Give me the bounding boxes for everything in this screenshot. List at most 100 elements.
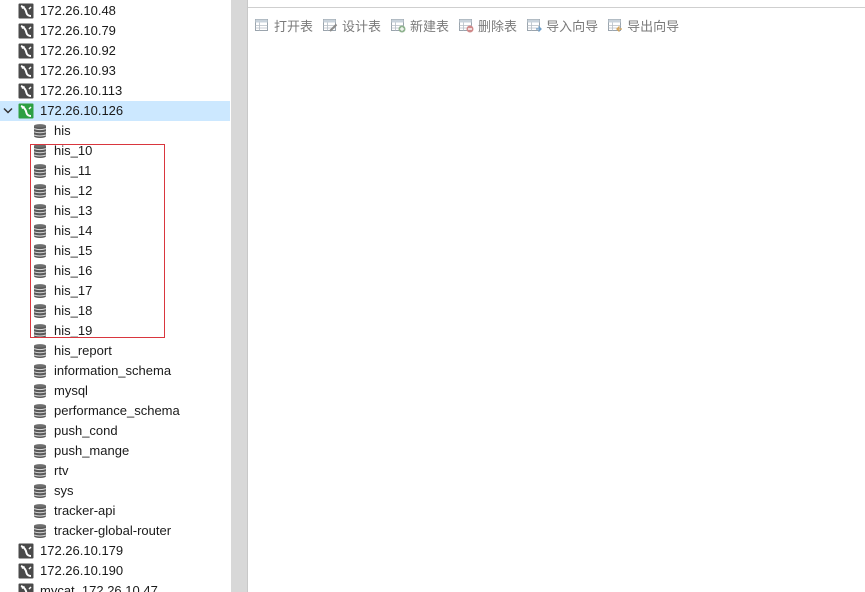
database-item[interactable]: rtv [0,461,230,481]
connection-icon [18,3,34,19]
database-icon [32,343,48,359]
database-item[interactable]: his_10 [0,141,230,161]
toolbar-button-label: 导出向导 [627,18,680,34]
import-wizard-button[interactable]: 导入向导 [526,14,598,36]
database-icon [32,303,48,319]
tree-item-label: 172.26.10.126 [40,103,124,118]
database-icon [32,163,48,179]
tree-item-label: his_15 [54,243,93,258]
tree-item-label: 172.26.10.48 [40,3,116,18]
tree-item-label: his_12 [54,183,93,198]
tree-item-label: mysql [54,383,88,398]
database-icon [32,143,48,159]
tree-item-label: his_report [54,343,112,358]
connection-icon [18,63,34,79]
database-item[interactable]: his [0,121,230,141]
tree-item-label: 172.26.10.113 [40,83,123,98]
tree-item-label: 172.26.10.79 [40,23,116,38]
tree-item-label: 172.26.10.179 [40,543,124,558]
database-icon [32,363,48,379]
delete-table-button[interactable]: 删除表 [458,14,517,36]
tree-item-label: performance_schema [54,403,180,418]
database-item[interactable]: performance_schema [0,401,230,421]
connection-item[interactable]: 172.26.10.79 [0,21,230,41]
chevron-down-icon[interactable] [2,104,14,118]
database-item[interactable]: his_12 [0,181,230,201]
design-table-button[interactable]: 设计表 [322,14,381,36]
object-toolbar: 打开表 设计表 新建表 删除表 导入向导 导出向导 [248,14,688,36]
connection-item[interactable]: 172.26.10.113 [0,81,230,101]
database-icon [32,123,48,139]
tab-strip [248,0,865,8]
tree-item-label: mycat_172.26.10.47 [40,583,158,592]
database-icon [32,463,48,479]
connection-open-icon [18,103,34,119]
database-icon [32,263,48,279]
connection-item[interactable]: mycat_172.26.10.47 [0,581,230,592]
new-table-icon [390,17,406,33]
database-item[interactable]: his_15 [0,241,230,261]
tree-item-label: his_17 [54,283,93,298]
toolbar-button-label: 打开表 [274,18,314,34]
toolbar-button-label: 导入向导 [546,18,599,34]
database-item[interactable]: push_cond [0,421,230,441]
tree-item-label: tracker-api [54,503,116,518]
database-item[interactable]: mysql [0,381,230,401]
database-item[interactable]: his_11 [0,161,230,181]
connection-item[interactable]: 172.26.10.126 [0,101,230,121]
connection-item[interactable]: 172.26.10.93 [0,61,230,81]
tree-item-label: tracker-global-router [54,523,172,538]
database-item[interactable]: his_17 [0,281,230,301]
toolbar-button-label: 新建表 [410,18,450,34]
database-icon [32,243,48,259]
database-icon [32,443,48,459]
database-icon [32,483,48,499]
database-item[interactable]: his_16 [0,261,230,281]
new-table-button[interactable]: 新建表 [390,14,449,36]
tree-item-label: his_14 [54,223,93,238]
tree-item-label: 172.26.10.190 [40,563,124,578]
database-item[interactable]: his_report [0,341,230,361]
database-item[interactable]: information_schema [0,361,230,381]
database-icon [32,203,48,219]
delete-table-icon [458,17,474,33]
database-item[interactable]: his_14 [0,221,230,241]
toolbar-button-label: 设计表 [342,18,382,34]
tree-item-label: his_19 [54,323,93,338]
connection-icon [18,563,34,579]
database-item[interactable]: tracker-global-router [0,521,230,541]
database-item[interactable]: his_19 [0,321,230,341]
design-table-icon [322,17,338,33]
connection-item[interactable]: 172.26.10.92 [0,41,230,61]
export-wizard-button[interactable]: 导出向导 [607,14,679,36]
tree-item-label: information_schema [54,363,172,378]
connection-icon [18,23,34,39]
database-icon [32,183,48,199]
toolbar-button-label: 删除表 [478,18,518,34]
database-item[interactable]: his_13 [0,201,230,221]
tree-item-label: his_18 [54,303,93,318]
connection-tree: 172.26.10.48 172.26.10.79 172.26.10.92 172.… [0,0,231,592]
tree-item-label: rtv [54,463,69,478]
pane-splitter[interactable] [231,0,248,592]
open-table-button[interactable]: 打开表 [254,14,313,36]
database-icon [32,403,48,419]
connection-icon [18,543,34,559]
connection-item[interactable]: 172.26.10.190 [0,561,230,581]
tree-item-label: his_16 [54,263,93,278]
connection-item[interactable]: 172.26.10.48 [0,1,230,21]
connection-item[interactable]: 172.26.10.179 [0,541,230,561]
tree-item-label: his_10 [54,143,93,158]
tree-item-label: his [54,123,71,138]
database-item[interactable]: sys [0,481,230,501]
connection-icon [18,43,34,59]
database-icon [32,223,48,239]
database-item[interactable]: his_18 [0,301,230,321]
tree-item-label: 172.26.10.92 [40,43,116,58]
export-wizard-icon [607,17,623,33]
database-icon [32,383,48,399]
database-item[interactable]: push_mange [0,441,230,461]
tree-item-label: sys [54,483,74,498]
connection-icon [18,583,34,592]
database-item[interactable]: tracker-api [0,501,230,521]
